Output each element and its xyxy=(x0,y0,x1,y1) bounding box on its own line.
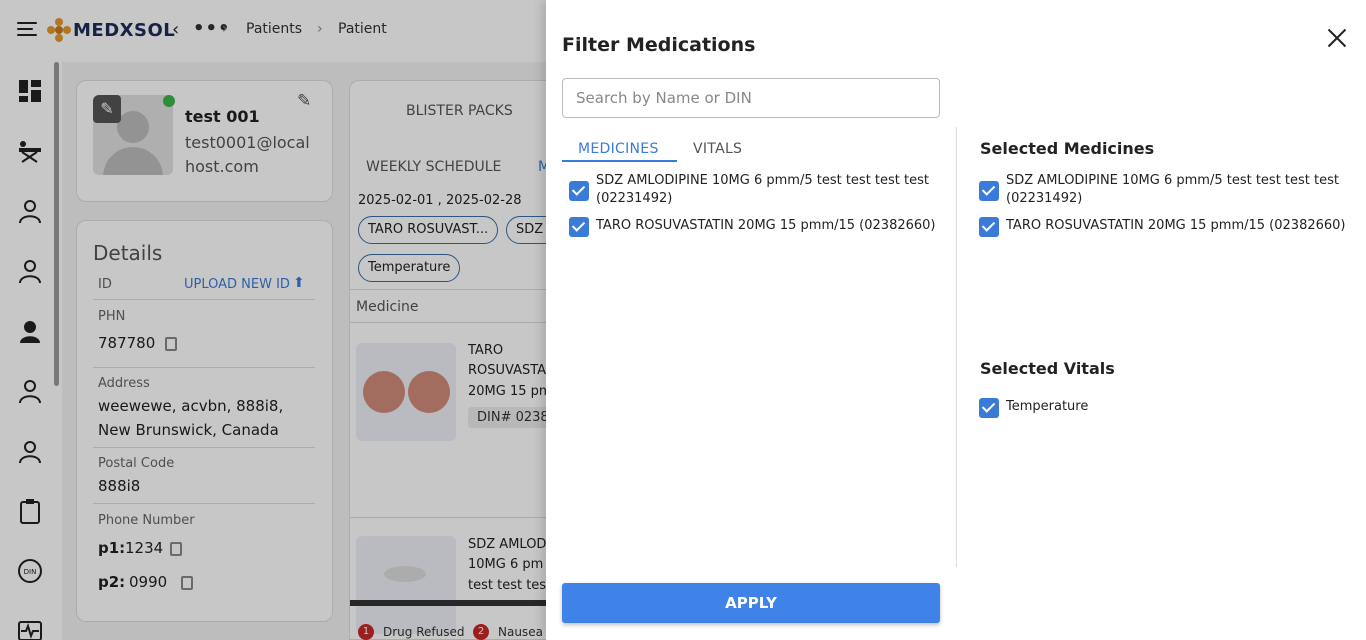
selected-medicine-label: SDZ AMLODIPINE 10MG 6 pmm/5 test test te… xyxy=(1006,173,1339,188)
selected-medicine-label: TARO ROSUVASTATIN 20MG 15 pmm/15 (023826… xyxy=(1006,218,1346,233)
selected-vital-label: Temperature xyxy=(1006,399,1089,414)
filter-medications-drawer: Filter Medications MEDICINES VITALS SDZ … xyxy=(546,0,1366,640)
selected-medicines-title: Selected Medicines xyxy=(980,139,1155,158)
tab-medicines[interactable]: MEDICINES xyxy=(578,141,659,157)
selected-medicine-checkbox[interactable] xyxy=(979,181,999,201)
tab-vitals[interactable]: VITALS xyxy=(693,141,742,157)
selected-vital-checkbox[interactable] xyxy=(979,398,999,418)
medicine-option-label: SDZ AMLODIPINE 10MG 6 pmm/5 test test te… xyxy=(596,173,929,188)
column-divider xyxy=(956,127,957,567)
medicine-checkbox[interactable] xyxy=(569,217,589,237)
app-root: MEDXSOL ‹ ••• › Patients › Patient DIN ✎… xyxy=(0,0,1366,640)
medicine-checkbox[interactable] xyxy=(569,181,589,201)
search-input[interactable] xyxy=(562,78,940,118)
active-tab-indicator xyxy=(562,160,677,162)
modal-backdrop[interactable] xyxy=(0,0,546,640)
selected-vitals-title: Selected Vitals xyxy=(980,359,1115,378)
medicine-option-din: (02231492) xyxy=(596,191,673,206)
selected-medicine-din: (02231492) xyxy=(1006,191,1083,206)
medicine-option-label: TARO ROSUVASTATIN 20MG 15 pmm/15 (023826… xyxy=(596,218,936,233)
close-icon[interactable] xyxy=(1326,27,1348,49)
selected-medicine-checkbox[interactable] xyxy=(979,217,999,237)
drawer-title: Filter Medications xyxy=(562,34,756,56)
apply-button[interactable]: APPLY xyxy=(562,583,940,623)
